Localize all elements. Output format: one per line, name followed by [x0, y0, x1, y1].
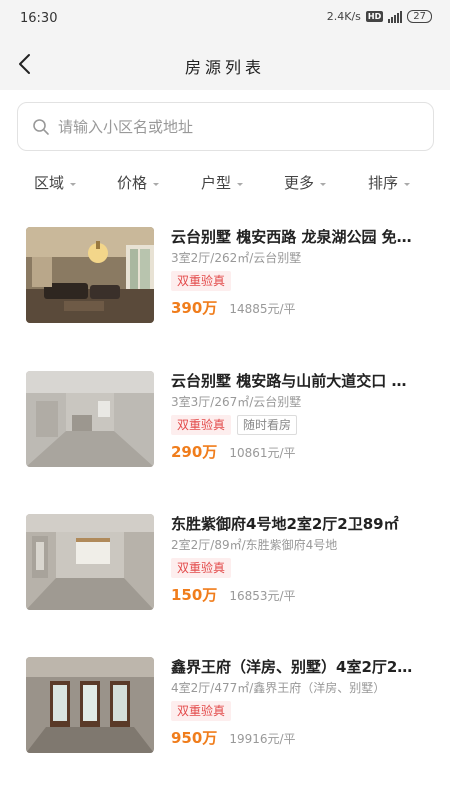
price-row: 950万 19916元/平 — [171, 727, 433, 748]
verified-tag: 双重验真 — [171, 558, 232, 578]
signal-icon — [388, 10, 403, 23]
filter-bar: 区域 价格 户型 更多 排序 — [0, 164, 450, 200]
unit-price: 16853元/平 — [229, 589, 296, 603]
listing-item[interactable]: 鑫界王府（洋房、别墅）4室2厅2… 4室2厅/477㎡/鑫界王府（洋房、别墅） … — [0, 657, 450, 782]
page-title: 房源列表 — [184, 58, 265, 77]
listing-title: 云台别墅 槐安西路 龙泉湖公园 免… — [171, 228, 412, 246]
status-bar: 16:30 2.4K/s HD 27 — [0, 0, 450, 38]
listing-photo — [26, 657, 154, 753]
listing-subtitle: 2室2厅/89㎡/东胜紫御府4号地 — [171, 538, 338, 552]
search-input[interactable] — [58, 115, 418, 139]
filter-more[interactable]: 更多 — [284, 172, 327, 193]
listing-subtitle: 3室2厅/262㎡/云台别墅 — [171, 251, 302, 265]
battery-icon: 27 — [407, 10, 432, 23]
network-speed: 2.4K/s — [326, 10, 361, 23]
filter-layout[interactable]: 户型 — [201, 172, 244, 193]
verified-tag: 双重验真 — [171, 701, 232, 721]
unit-price: 10861元/平 — [229, 446, 296, 460]
listing-photo — [26, 514, 154, 610]
search-box[interactable] — [17, 102, 434, 151]
listing-tags: 双重验真 — [171, 701, 433, 721]
verified-tag: 双重验真 — [171, 271, 232, 291]
nav-bar: 房源列表 — [0, 38, 450, 90]
total-price: 150万 — [171, 586, 218, 604]
listing-title: 云台别墅 槐安路与山前大道交口 … — [171, 372, 407, 390]
viewing-tag: 随时看房 — [237, 415, 298, 435]
filter-label: 户型 — [201, 174, 232, 192]
listing-item[interactable]: 云台别墅 槐安西路 龙泉湖公园 免… 3室2厅/262㎡/云台别墅 双重验真 3… — [0, 227, 450, 352]
price-row: 290万 10861元/平 — [171, 441, 433, 462]
listing-info: 东胜紫御府4号地2室2厅2卫89㎡ 2室2厅/89㎡/东胜紫御府4号地 双重验真… — [171, 514, 433, 605]
price-row: 390万 14885元/平 — [171, 297, 433, 318]
filter-label: 排序 — [368, 174, 399, 192]
listing-info: 云台别墅 槐安西路 龙泉湖公园 免… 3室2厅/262㎡/云台别墅 双重验真 3… — [171, 227, 433, 318]
filter-label: 更多 — [284, 174, 315, 192]
listing-photo — [26, 371, 154, 467]
listing-info: 云台别墅 槐安路与山前大道交口 … 3室3厅/267㎡/云台别墅 双重验真 随时… — [171, 371, 433, 462]
unit-price: 19916元/平 — [229, 732, 296, 746]
unit-price: 14885元/平 — [229, 302, 296, 316]
filter-label: 价格 — [117, 174, 148, 192]
caret-down-icon — [404, 182, 411, 186]
filter-price[interactable]: 价格 — [117, 172, 160, 193]
status-time: 16:30 — [20, 11, 58, 26]
status-indicators: 2.4K/s HD 27 — [327, 10, 432, 23]
search-icon — [33, 119, 49, 135]
listing-title: 鑫界王府（洋房、别墅）4室2厅2… — [171, 658, 413, 676]
filter-label: 区域 — [34, 174, 65, 192]
total-price: 950万 — [171, 729, 218, 747]
listing-item[interactable]: 云台别墅 槐安路与山前大道交口 … 3室3厅/267㎡/云台别墅 双重验真 随时… — [0, 371, 450, 496]
filter-sort[interactable]: 排序 — [368, 172, 411, 193]
price-row: 150万 16853元/平 — [171, 584, 433, 605]
verified-tag: 双重验真 — [171, 415, 232, 435]
listing-tags: 双重验真 随时看房 — [171, 415, 433, 435]
listing-photo — [26, 227, 154, 323]
caret-down-icon — [320, 182, 327, 186]
filter-region[interactable]: 区域 — [34, 172, 77, 193]
hd-icon: HD — [365, 11, 384, 22]
listing-title: 东胜紫御府4号地2室2厅2卫89㎡ — [171, 515, 399, 533]
listing-item[interactable]: 东胜紫御府4号地2室2厅2卫89㎡ 2室2厅/89㎡/东胜紫御府4号地 双重验真… — [0, 514, 450, 639]
total-price: 390万 — [171, 299, 218, 317]
listing-info: 鑫界王府（洋房、别墅）4室2厅2… 4室2厅/477㎡/鑫界王府（洋房、别墅） … — [171, 657, 433, 748]
total-price: 290万 — [171, 443, 218, 461]
listing-subtitle: 4室2厅/477㎡/鑫界王府（洋房、别墅） — [171, 681, 386, 695]
listing-tags: 双重验真 — [171, 271, 433, 291]
caret-down-icon — [70, 182, 77, 186]
listing-subtitle: 3室3厅/267㎡/云台别墅 — [171, 395, 302, 409]
caret-down-icon — [237, 182, 244, 186]
listing-tags: 双重验真 — [171, 558, 433, 578]
caret-down-icon — [153, 182, 160, 186]
